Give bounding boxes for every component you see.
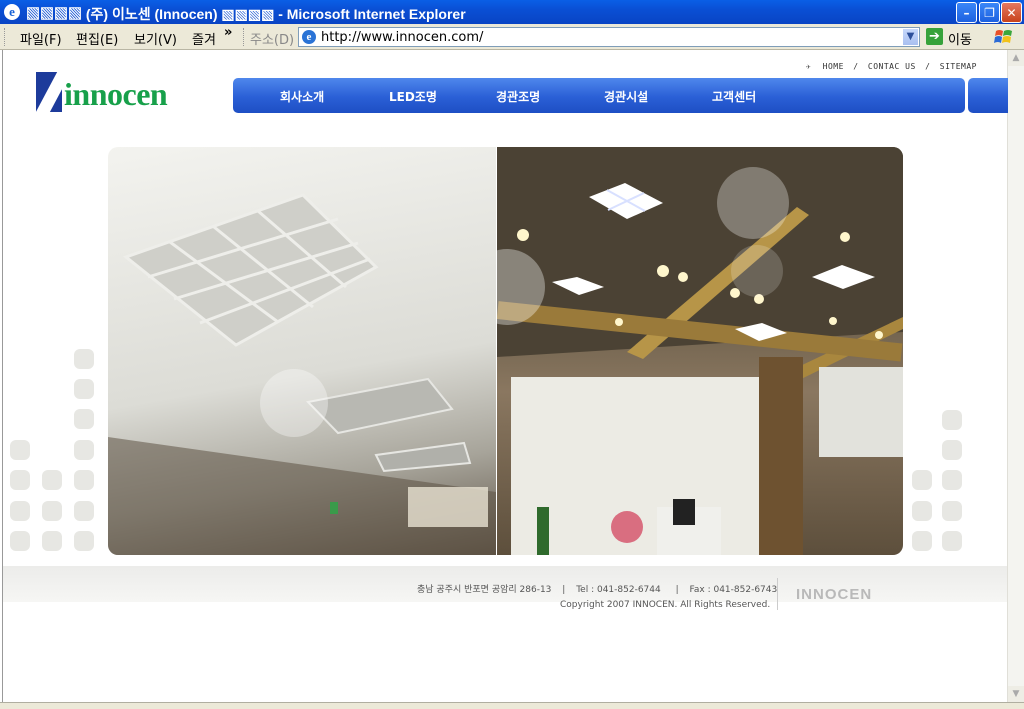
deco-square: [42, 531, 62, 551]
sitemap-link[interactable]: SITEMAP: [940, 62, 977, 71]
nav-item-company[interactable]: 회사소개: [280, 88, 324, 105]
deco-square: [942, 440, 962, 460]
footer-divider: [777, 578, 778, 610]
deco-square: [74, 349, 94, 369]
separator: |: [562, 585, 566, 595]
page-icon: e: [302, 30, 316, 44]
deco-square: [74, 379, 94, 399]
deco-square: [74, 501, 94, 521]
main-nav: [233, 78, 965, 113]
minimize-button[interactable]: –: [956, 2, 977, 23]
deco-square: [10, 440, 30, 460]
address-bar[interactable]: e http://www.innocen.com/ ▼: [298, 27, 920, 47]
nav-item-led-lighting[interactable]: LED조명: [389, 88, 437, 105]
ceiling-photo-left: [108, 147, 496, 555]
footer-address-line: 충남 공주시 반포면 공암리 286-13 | Tel : 041-852-67…: [417, 582, 777, 595]
footer-fax: Fax : 041-852-6743: [689, 585, 778, 595]
top-links: ✈ HOME / CONTAC US / SITEMAP: [806, 62, 977, 71]
go-label: 이동: [948, 33, 972, 48]
separator: /: [925, 62, 931, 71]
ie-logo-icon: e: [4, 4, 20, 20]
deco-square: [74, 531, 94, 551]
footer-brand: INNOCEN: [796, 586, 873, 603]
deco-square: [942, 470, 962, 490]
deco-square: [10, 501, 30, 521]
deco-square: [912, 531, 932, 551]
nav-item-customer-center[interactable]: 고객센터: [712, 88, 756, 105]
address-label: 주소(D): [250, 33, 295, 48]
logo-text: innocen: [64, 76, 168, 112]
menu-edit[interactable]: 편집(E): [76, 29, 118, 48]
scroll-up-arrow-icon[interactable]: ▲: [1008, 50, 1024, 66]
menu-file[interactable]: 파일(F): [20, 29, 62, 48]
deco-square: [74, 409, 94, 429]
go-button[interactable]: ➔ 이동: [926, 27, 982, 48]
menu-favorites[interactable]: 즐겨: [192, 29, 216, 48]
windows-logo-icon: [994, 27, 1014, 47]
deco-square: [942, 531, 962, 551]
contact-link[interactable]: CONTAC US: [868, 62, 916, 71]
vertical-scrollbar[interactable]: ▲ ▼: [1007, 50, 1024, 702]
address-input[interactable]: http://www.innocen.com/: [321, 30, 483, 45]
footer-copyright: Copyright 2007 INNOCEN. All Rights Reser…: [560, 600, 771, 610]
close-button[interactable]: ✕: [1001, 2, 1022, 23]
deco-square: [10, 531, 30, 551]
window-title-bar[interactable]: e ▧▧▧▧ (주) 이노센 (Innocen) ▧▧▧▧ - Microsof…: [0, 0, 1024, 24]
deco-square: [74, 440, 94, 460]
deco-square: [74, 470, 94, 490]
nav-item-landscape-facilities[interactable]: 경관시설: [604, 88, 648, 105]
menu-view[interactable]: 보기(V): [134, 29, 177, 48]
footer-tel: Tel : 041-852-6744: [576, 585, 661, 595]
footer-address: 충남 공주시 반포면 공암리 286-13: [417, 585, 552, 595]
deco-square: [42, 470, 62, 490]
go-arrow-icon: ➔: [926, 28, 943, 45]
toolbar-grip[interactable]: [4, 28, 8, 46]
toolbar-grip[interactable]: [243, 28, 247, 46]
deco-square: [10, 470, 30, 490]
nav-item-landscape-lighting[interactable]: 경관조명: [496, 88, 540, 105]
deco-square: [912, 501, 932, 521]
nav-end-cap: [968, 78, 1008, 113]
separator: /: [853, 62, 859, 71]
address-dropdown-button[interactable]: ▼: [903, 29, 918, 45]
separator: |: [675, 585, 679, 595]
window-title: ▧▧▧▧ (주) 이노센 (Innocen) ▧▧▧▧ - Microsoft …: [26, 6, 466, 22]
home-link[interactable]: HOME: [823, 62, 844, 71]
scroll-down-arrow-icon[interactable]: ▼: [1008, 686, 1024, 702]
site-logo[interactable]: innocen: [33, 70, 196, 116]
deco-square: [912, 470, 932, 490]
church-interior-photo-right: [497, 147, 903, 555]
hero-image: [108, 147, 903, 555]
menu-overflow-chevron[interactable]: »: [224, 25, 232, 40]
home-icon: ✈: [806, 62, 812, 71]
deco-square: [942, 410, 962, 430]
deco-square: [942, 501, 962, 521]
restore-button[interactable]: ❐: [979, 2, 1000, 23]
deco-square: [42, 501, 62, 521]
